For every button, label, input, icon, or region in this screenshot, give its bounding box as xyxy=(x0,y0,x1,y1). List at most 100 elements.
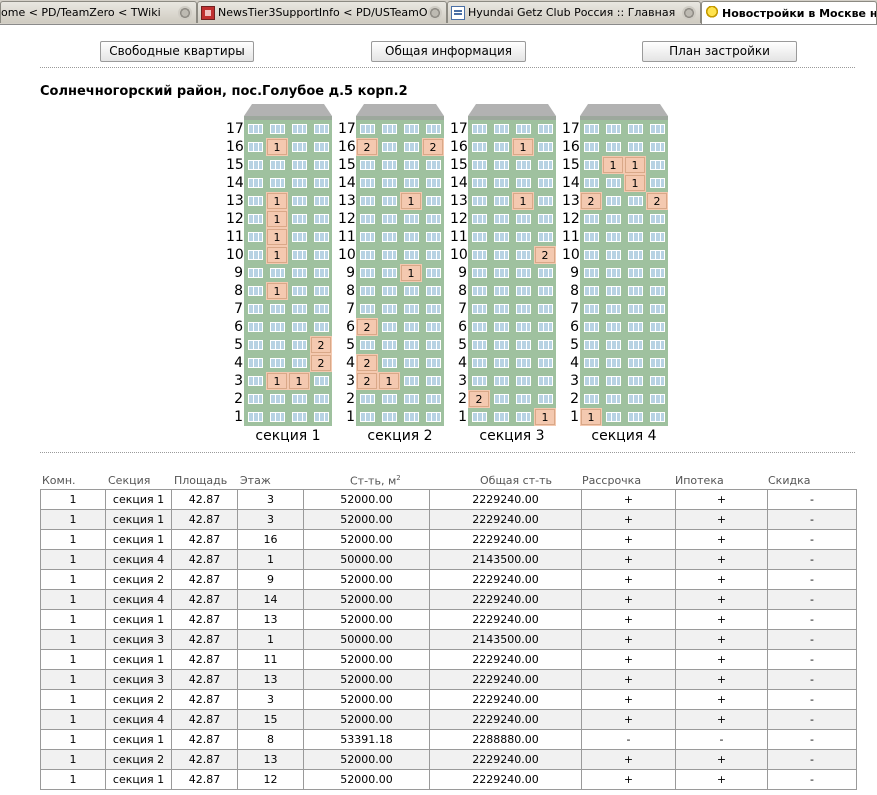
free-apartment-cell[interactable]: 1 xyxy=(266,210,288,228)
window-icon xyxy=(244,300,266,318)
free-apartment-cell[interactable]: 1 xyxy=(512,192,534,210)
window-icon xyxy=(288,282,310,300)
column-header-floor[interactable]: Этаж xyxy=(240,474,271,487)
column-header-total[interactable]: Общая ст-ть xyxy=(480,474,552,487)
window-icon xyxy=(400,282,422,300)
browser-tab-novostroyki[interactable]: Новостройки в Москве нов xyxy=(701,1,877,24)
free-apartment-cell[interactable]: 1 xyxy=(266,372,288,390)
free-apartment-cell[interactable]: 2 xyxy=(468,390,490,408)
floor-number: 1 xyxy=(234,409,243,425)
free-apartment-cell[interactable]: 2 xyxy=(646,192,668,210)
window-icon xyxy=(468,228,490,246)
cell-floor: 13 xyxy=(237,749,304,770)
window-icon xyxy=(534,282,556,300)
floor-number: 13 xyxy=(562,193,580,209)
building-plan-button[interactable]: План застройки xyxy=(642,41,797,62)
window-icon xyxy=(490,138,512,156)
floor-number: 7 xyxy=(458,301,467,317)
table-row[interactable]: 1 секция 1 42.87 12 52000.00 2229240.00 + + - xyxy=(40,769,857,790)
window-icon xyxy=(266,318,288,336)
table-row[interactable]: 1 секция 4 42.87 1 50000.00 2143500.00 + + - xyxy=(40,549,857,570)
tab-close-icon[interactable] xyxy=(178,5,192,20)
column-header-discount[interactable]: Скидка xyxy=(768,474,810,487)
free-apartment-cell[interactable]: 1 xyxy=(534,408,556,426)
cell-mortgage: + xyxy=(675,669,768,690)
cell-installment: + xyxy=(581,509,676,530)
window-icon xyxy=(400,156,422,174)
free-apartment-cell[interactable]: 1 xyxy=(378,372,400,390)
window-icon xyxy=(356,282,378,300)
cell-total-price: 2288880.00 xyxy=(429,729,582,750)
window-icon xyxy=(580,372,602,390)
free-apartment-cell[interactable]: 2 xyxy=(356,138,378,156)
free-apartment-cell[interactable]: 2 xyxy=(310,354,332,372)
free-apartments-button[interactable]: Свободные квартиры xyxy=(100,41,254,62)
free-apartment-cell[interactable]: 1 xyxy=(266,246,288,264)
cell-installment: + xyxy=(581,569,676,590)
free-apartment-cell[interactable]: 1 xyxy=(266,138,288,156)
table-row[interactable]: 1 секция 1 42.87 3 52000.00 2229240.00 + + - xyxy=(40,509,857,530)
tab-close-icon[interactable] xyxy=(682,5,696,20)
window-icon xyxy=(534,300,556,318)
table-row[interactable]: 1 секция 4 42.87 15 52000.00 2229240.00 + + - xyxy=(40,709,857,730)
window-icon xyxy=(356,228,378,246)
window-icon xyxy=(602,264,624,282)
free-apartment-cell[interactable]: 1 xyxy=(624,156,646,174)
column-header-section[interactable]: Секция xyxy=(108,474,150,487)
free-apartment-cell[interactable]: 2 xyxy=(422,138,444,156)
window-icon xyxy=(624,318,646,336)
free-apartment-cell[interactable]: 2 xyxy=(356,318,378,336)
free-apartment-cell[interactable]: 2 xyxy=(310,336,332,354)
table-row[interactable]: 1 секция 2 42.87 9 52000.00 2229240.00 + + - xyxy=(40,569,857,590)
floor-number: 15 xyxy=(562,157,580,173)
table-row[interactable]: 1 секция 1 42.87 13 52000.00 2229240.00 + + - xyxy=(40,609,857,630)
free-apartment-cell[interactable]: 1 xyxy=(266,282,288,300)
cell-discount: - xyxy=(767,729,857,750)
browser-tab-newstier3[interactable]: NewsTier3SupportInfo < PD/USTeamOn... xyxy=(197,1,447,23)
table-row[interactable]: 1 секция 3 42.87 1 50000.00 2143500.00 + + - xyxy=(40,629,857,650)
table-row[interactable]: 1 секция 2 42.87 13 52000.00 2229240.00 + + - xyxy=(40,749,857,770)
free-apartment-cell[interactable]: 1 xyxy=(400,264,422,282)
table-row[interactable]: 1 секция 3 42.87 13 52000.00 2229240.00 + + - xyxy=(40,669,857,690)
free-apartment-cell[interactable]: 1 xyxy=(512,138,534,156)
free-apartment-cell[interactable]: 1 xyxy=(288,372,310,390)
window-icon xyxy=(244,138,266,156)
table-row[interactable]: 1 секция 1 42.87 3 52000.00 2229240.00 + + - xyxy=(40,489,857,510)
window-icon xyxy=(512,372,534,390)
browser-tab-teamzero[interactable]: ome < PD/TeamZero < TWiki xyxy=(0,1,197,23)
browser-tab-hyundai[interactable]: Hyundai Getz Club Россия :: Главная xyxy=(447,1,701,23)
free-apartment-cell[interactable]: 1 xyxy=(266,192,288,210)
floor-number: 6 xyxy=(234,319,243,335)
column-header-area[interactable]: Площадь xyxy=(174,474,227,487)
free-apartment-cell[interactable]: 2 xyxy=(356,372,378,390)
cell-rooms: 1 xyxy=(40,749,106,770)
floor-number: 15 xyxy=(226,157,244,173)
free-apartment-cell[interactable]: 1 xyxy=(400,192,422,210)
cell-mortgage: + xyxy=(675,589,768,610)
table-row[interactable]: 1 секция 1 42.87 16 52000.00 2229240.00 + + - xyxy=(40,529,857,550)
window-icon xyxy=(624,372,646,390)
table-row[interactable]: 1 секция 4 42.87 14 52000.00 2229240.00 + + - xyxy=(40,589,857,610)
table-row[interactable]: 1 секция 2 42.87 3 52000.00 2229240.00 + + - xyxy=(40,689,857,710)
general-info-button[interactable]: Общая информация xyxy=(371,41,526,62)
free-apartment-cell[interactable]: 2 xyxy=(356,354,378,372)
free-apartment-cell[interactable]: 1 xyxy=(602,156,624,174)
table-row[interactable]: 1 секция 1 42.87 8 53391.18 2288880.00- - - xyxy=(40,729,857,750)
column-header-price-per-m2[interactable]: Ст-ть, м2 xyxy=(350,474,401,488)
free-apartment-cell[interactable]: 2 xyxy=(580,192,602,210)
building-facade: 111221 xyxy=(580,120,668,426)
free-apartment-cell[interactable]: 2 xyxy=(534,246,556,264)
free-apartment-cell[interactable]: 1 xyxy=(624,174,646,192)
column-header-mortgage[interactable]: Ипотека xyxy=(675,474,724,487)
window-icon xyxy=(378,156,400,174)
floor-number: 4 xyxy=(234,355,243,371)
column-header-rooms[interactable]: Комн. xyxy=(42,474,76,487)
window-icon xyxy=(534,336,556,354)
tab-close-icon[interactable] xyxy=(428,5,442,20)
free-apartment-cell[interactable]: 1 xyxy=(266,228,288,246)
column-header-installment[interactable]: Рассрочка xyxy=(582,474,641,487)
free-apartment-cell[interactable]: 1 xyxy=(580,408,602,426)
window-icon xyxy=(602,120,624,138)
window-icon xyxy=(310,120,332,138)
table-row[interactable]: 1 секция 1 42.87 11 52000.00 2229240.00 + + - xyxy=(40,649,857,670)
